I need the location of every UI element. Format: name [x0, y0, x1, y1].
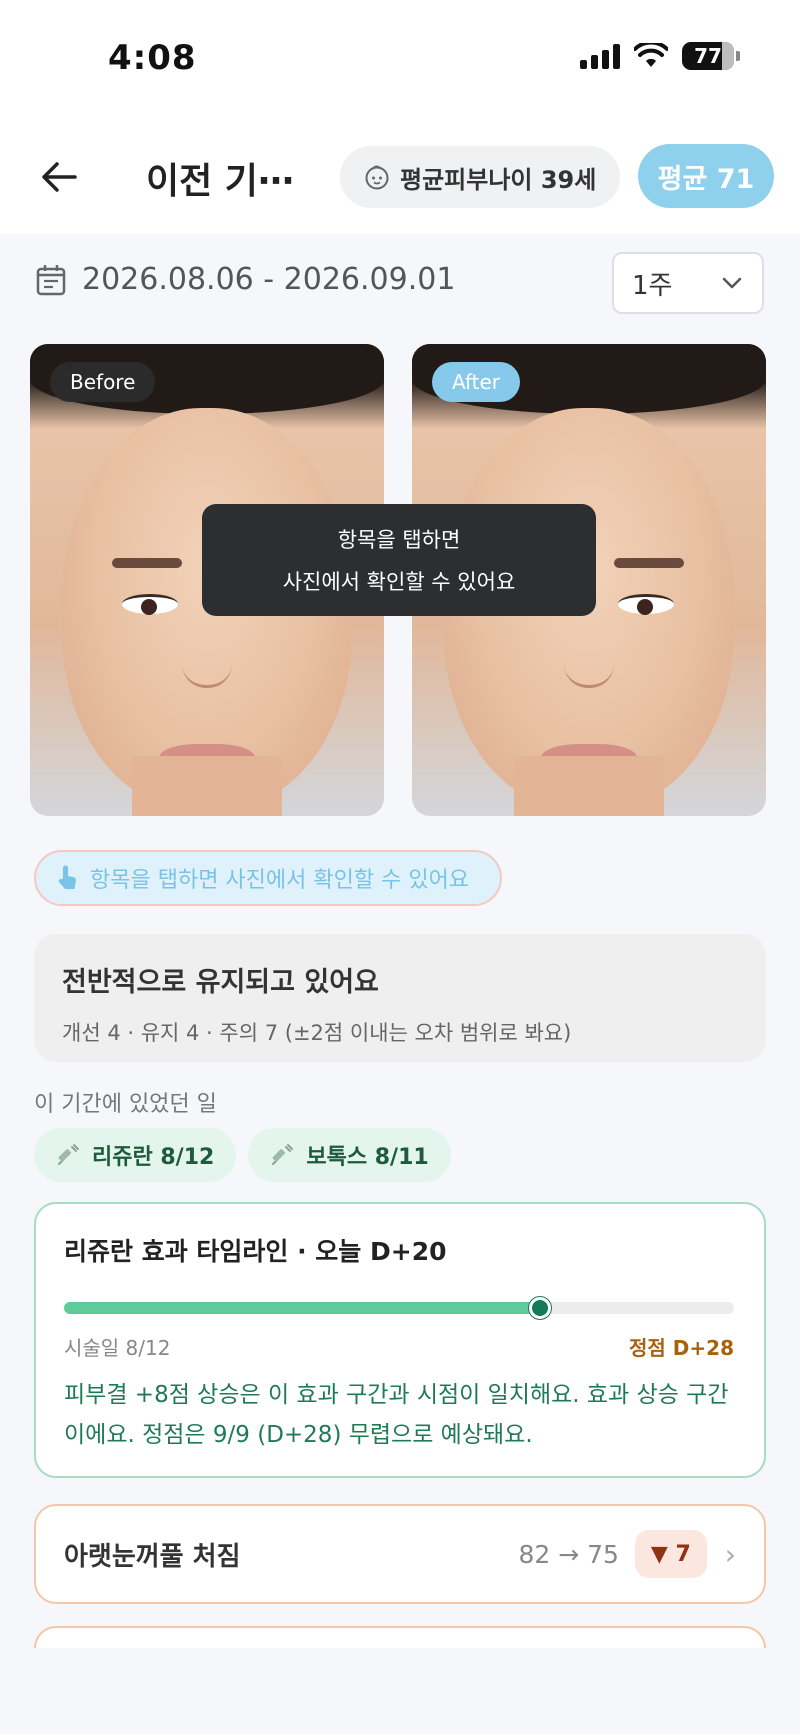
skin-age-chip[interactable]: 평균피부나이 39세: [340, 146, 620, 208]
summary-card: 전반적으로 유지되고 있어요 개선 4 · 유지 4 · 주의 7 (±2점 이…: [34, 934, 766, 1062]
timeline-progress-track: [64, 1297, 734, 1319]
page-title: 이전 기⋯: [146, 161, 294, 202]
timeline-start-label: 시술일 8/12: [64, 1336, 171, 1360]
skin-age-label: 평균피부나이 39세: [400, 165, 597, 194]
timeline-labels: 시술일 8/12 정점 D+28: [64, 1332, 734, 1361]
summary-subtitle: 개선 4 · 유지 4 · 주의 7 (±2점 이내는 오차 범위로 봐요): [62, 1021, 572, 1045]
timeline-current-marker: [528, 1297, 551, 1319]
after-label: After: [432, 362, 521, 402]
status-icons: 77: [580, 42, 740, 70]
chevron-down-icon: [722, 277, 742, 289]
calendar-icon: [36, 264, 66, 295]
metric-name: 아랫눈꺼풀 처짐: [64, 1541, 241, 1572]
rejuran-timeline-card[interactable]: 리쥬란 효과 타임라인 · 오늘 D+20 시술일 8/12 정점 D+28 피…: [34, 1202, 766, 1478]
period-selected-value: 1주: [632, 270, 673, 301]
timeline-peak-label: 정점 D+28: [629, 1336, 734, 1360]
metric-row-lower-eyelid[interactable]: 아랫눈꺼풀 처짐 82 → 75 ▼ 7 ›: [34, 1504, 766, 1604]
tooltip-line-1: 항목을 탭하면: [337, 528, 461, 552]
tap-hand-icon: [58, 865, 76, 889]
timeline-progress-fill: [64, 1302, 540, 1314]
event-chips: 리쥬란 8/12 보톡스 8/11: [34, 1128, 451, 1182]
event-chip-botox[interactable]: 보톡스 8/11: [248, 1128, 451, 1182]
photo-tooltip: 항목을 탭하면 사진에서 확인할 수 있어요: [202, 504, 596, 616]
date-range-row: 2026.08.06 - 2026.09.01: [36, 262, 455, 297]
battery-level: 77: [694, 44, 722, 68]
syringe-icon: [58, 1144, 79, 1165]
app-header: 이전 기⋯ 평균피부나이 39세 평균 71: [0, 130, 800, 234]
event-chip-label: 리쥬란 8/12: [92, 1145, 215, 1170]
status-time: 4:08: [108, 38, 197, 78]
tap-hint-banner: 항목을 탭하면 사진에서 확인할 수 있어요: [34, 850, 502, 906]
summary-title: 전반적으로 유지되고 있어요: [62, 967, 379, 998]
event-chip-rejuran[interactable]: 리쥬란 8/12: [34, 1128, 237, 1182]
tooltip-line-2: 사진에서 확인할 수 있어요: [282, 570, 516, 594]
timeline-description: 피부결 +8점 상승은 이 효과 구간과 시점이 일치해요. 효과 상승 구간이…: [64, 1382, 729, 1448]
battery-icon: 77: [682, 42, 740, 70]
average-score-pill[interactable]: 평균 71: [638, 144, 774, 208]
wifi-icon: [634, 43, 668, 67]
date-range-text: 2026.08.06 - 2026.09.01: [82, 262, 456, 297]
timeline-title: 리쥬란 효과 타임라인 · 오늘 D+20: [64, 1237, 447, 1266]
back-arrow-icon: [42, 162, 77, 192]
back-button[interactable]: [36, 154, 82, 200]
bottom-fade: [0, 1648, 800, 1734]
metric-change-badge: ▼ 7: [634, 1530, 707, 1578]
before-label: Before: [50, 362, 156, 402]
cellular-signal-icon: [580, 43, 620, 69]
syringe-icon: [272, 1144, 294, 1165]
metric-values: 82 → 75: [518, 1539, 619, 1569]
period-dropdown[interactable]: 1주: [612, 252, 764, 314]
tap-hint-text: 항목을 탭하면 사진에서 확인할 수 있어요: [90, 868, 470, 893]
chevron-right-icon: ›: [724, 1537, 736, 1571]
status-bar: 4:08 77: [0, 0, 800, 130]
event-chip-label: 보톡스 8/11: [306, 1145, 429, 1170]
baby-face-icon: [365, 165, 389, 190]
events-heading: 이 기간에 있었던 일: [34, 1092, 217, 1117]
